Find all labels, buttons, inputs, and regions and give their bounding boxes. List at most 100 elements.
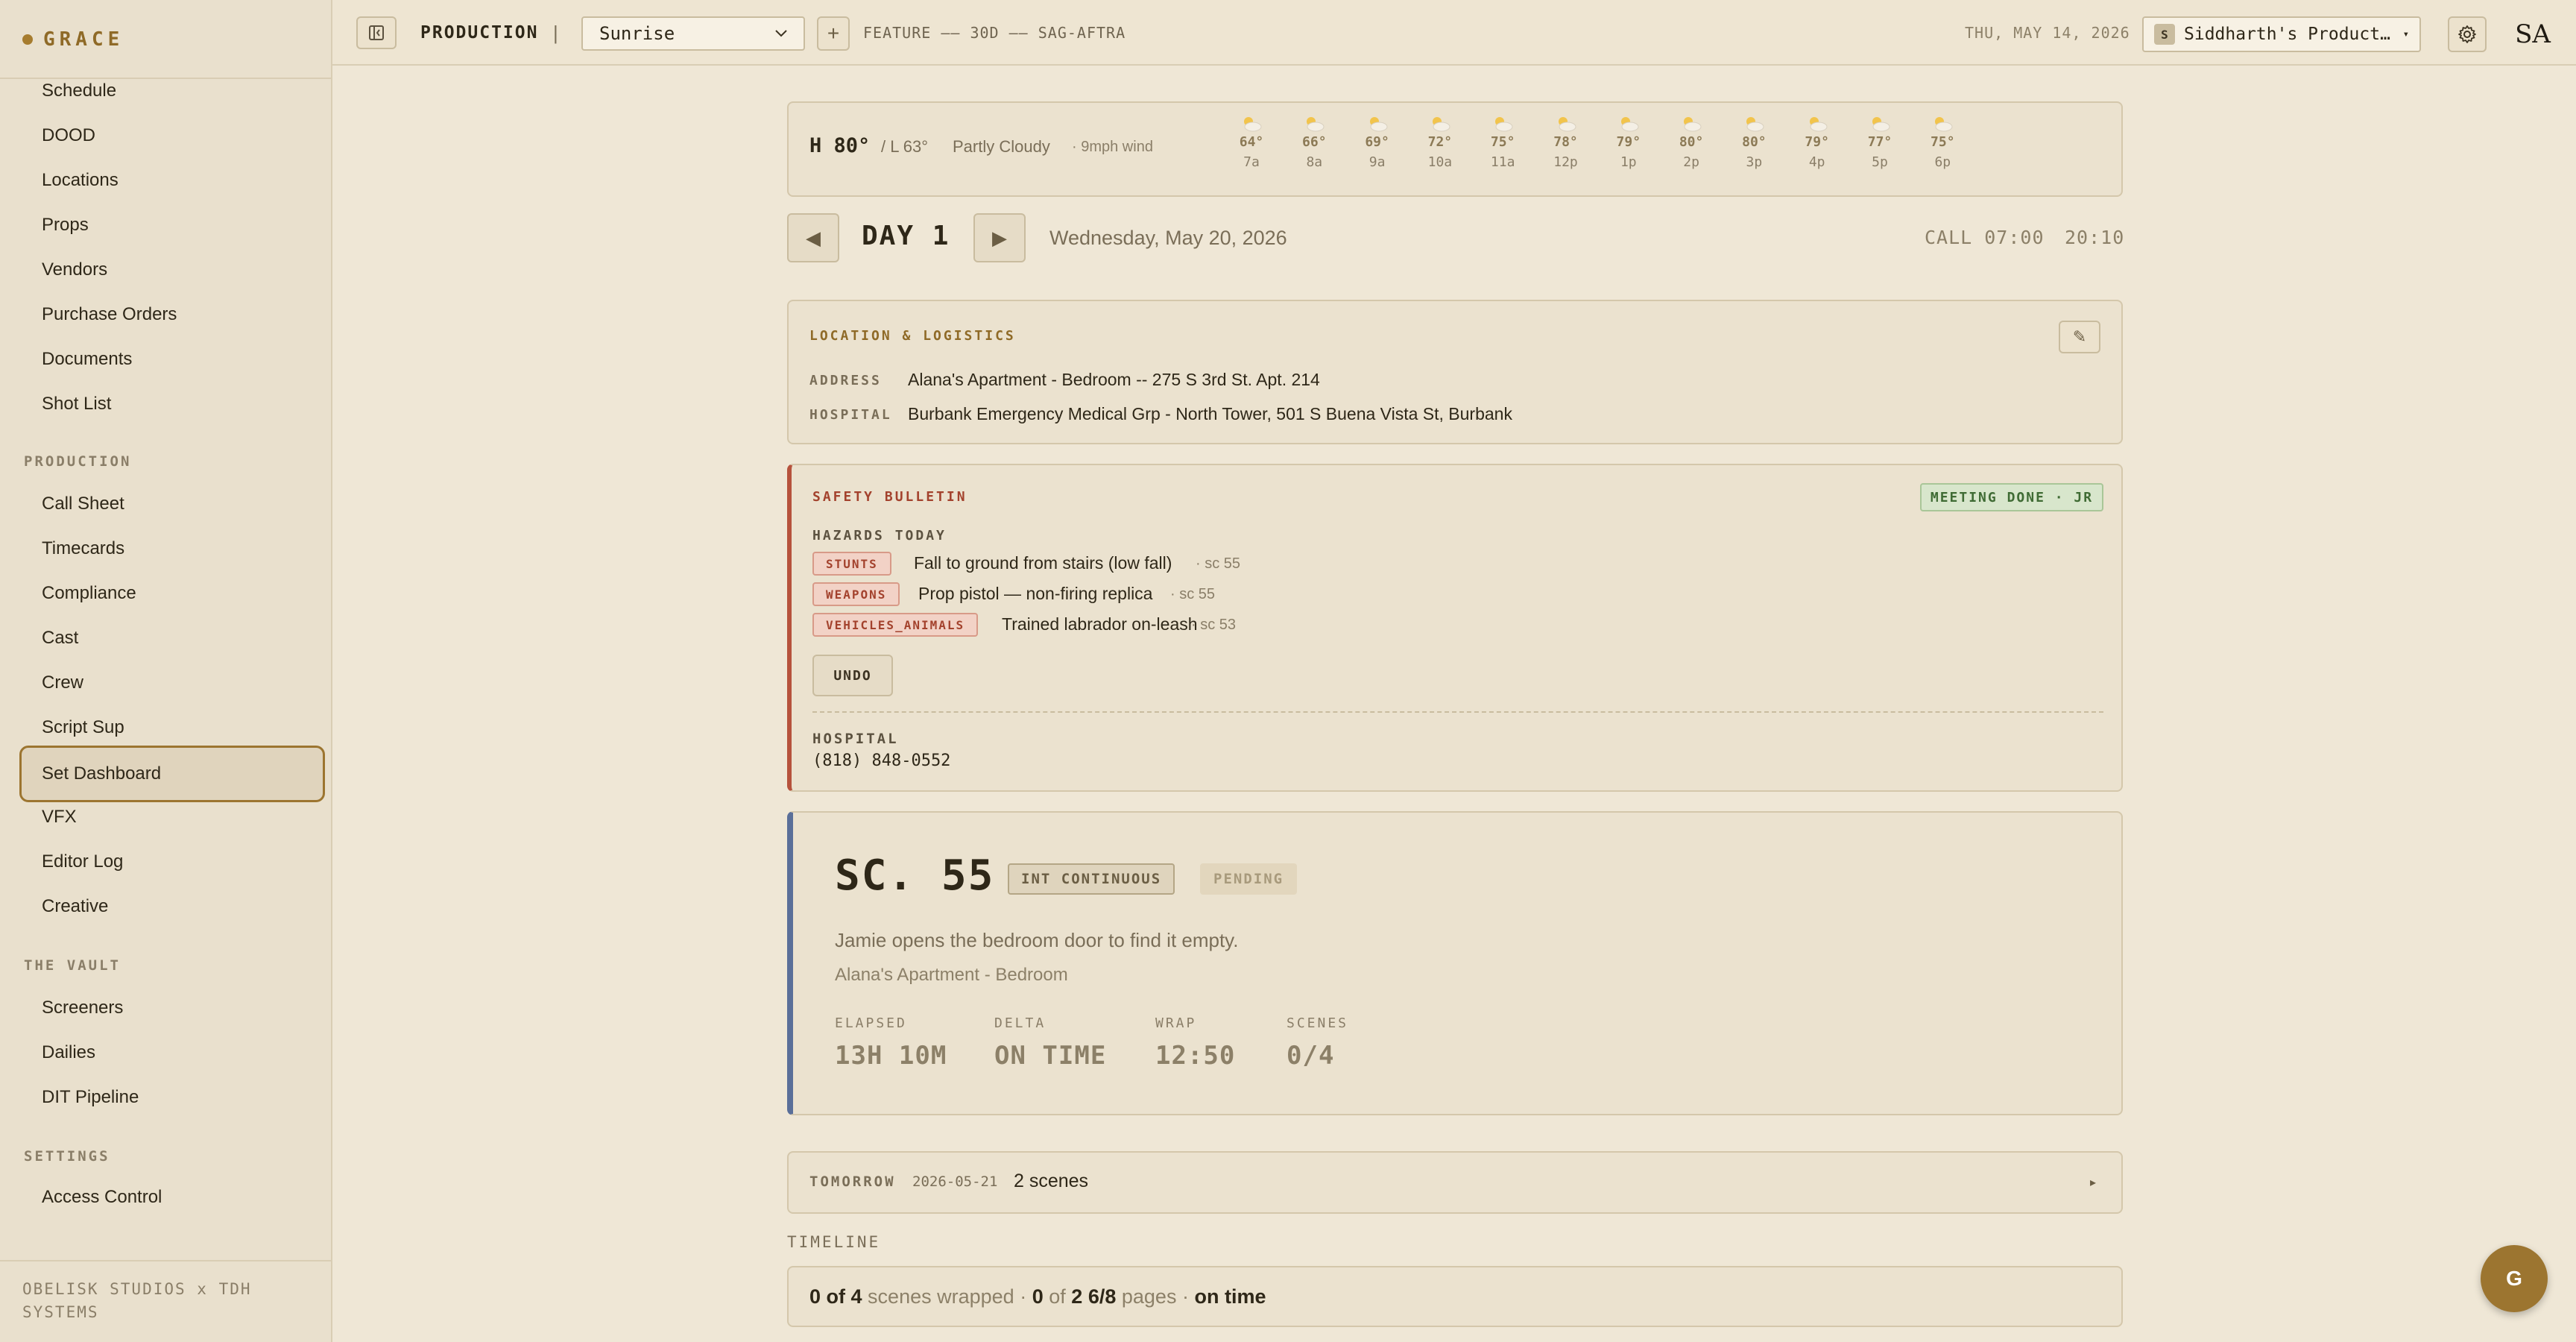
divider — [812, 711, 2103, 713]
sidebar-item-access-control[interactable]: Access Control — [19, 1176, 325, 1218]
hazard-scene: · sc 53 — [1191, 617, 1237, 633]
scene-description: Jamie opens the bedroom door to find it … — [835, 929, 1239, 951]
nav-header-settings: SETTINGS — [24, 1148, 110, 1165]
pages-total: 2 6/8 — [1071, 1285, 1117, 1308]
hour-temp: 69° — [1365, 134, 1389, 150]
hour-temp: 79° — [1805, 134, 1829, 150]
sidebar-item-vfx[interactable]: VFX — [19, 796, 325, 838]
sidebar-item-cast[interactable]: Cast — [19, 617, 325, 659]
sidebar-item-crew[interactable]: Crew — [19, 662, 325, 704]
sidebar-item-call-sheet[interactable]: Call Sheet — [19, 483, 325, 525]
production-select[interactable]: Sunrise — [581, 16, 805, 51]
hazard-tag: WEAPONS — [812, 582, 900, 606]
wrap-time: 20:10 — [2065, 227, 2125, 248]
prev-day-button[interactable]: ◀ — [787, 213, 839, 262]
hour-time: 10a — [1427, 154, 1453, 170]
sidebar-item-creative[interactable]: Creative — [19, 886, 325, 927]
partly-cloudy-icon — [1809, 117, 1828, 132]
production-meta: FEATURE —— 30D —— SAG-AFTRA — [863, 24, 1126, 42]
hazard-scene: · sc 55 — [1196, 555, 1241, 572]
org-switcher[interactable]: S Siddharth's Production Co. ▾ — [2142, 16, 2421, 52]
stat-value: 0/4 — [1287, 1041, 1335, 1071]
timeline-summary: 0 of 4 scenes wrapped · 0 of 2 6/8 pages… — [809, 1285, 1266, 1308]
address-value: Alana's Apartment - Bedroom -- 275 S 3rd… — [908, 370, 1320, 389]
sidebar-footer: OBELISK STUDIOS x TDH SYSTEMS — [22, 1280, 252, 1321]
partly-cloudy-icon — [1495, 117, 1513, 132]
current-scene-card: SC. 55 INT CONTINUOUS PENDING Jamie open… — [787, 811, 2123, 1115]
separator: · — [1181, 1285, 1189, 1308]
partly-cloudy-icon — [1307, 117, 1325, 132]
edit-location-button[interactable]: ✎ — [2059, 321, 2100, 353]
sidebar-item-editor-log[interactable]: Editor Log — [19, 841, 325, 883]
tomorrow-date: 2026-05-21 — [912, 1174, 998, 1190]
sidebar-item-shot-list[interactable]: Shot List — [19, 383, 325, 425]
scene-int-ext-badge: INT CONTINUOUS — [1008, 863, 1175, 895]
hospital-phone[interactable]: (818) 848-0552 — [812, 752, 950, 770]
sidebar-item-screeners[interactable]: Screeners — [19, 987, 325, 1029]
hazard-tag: STUNTS — [812, 552, 891, 576]
stat-label: ELAPSED — [835, 1015, 907, 1031]
hazard-scene: · sc 55 — [1170, 586, 1216, 602]
sidebar-collapse-icon — [369, 25, 384, 40]
weather-high: H 80° — [809, 134, 871, 157]
scene-location: Alana's Apartment - Bedroom — [835, 965, 1068, 985]
tomorrow-row[interactable]: TOMORROW 2026-05-21 2 scenes ▸ — [787, 1151, 2123, 1214]
of-word: of — [1049, 1285, 1066, 1308]
sidebar-item-set-dashboard[interactable]: Set Dashboard — [19, 746, 325, 802]
hazard-description: Prop pistol — non-firing replica — [918, 584, 1153, 603]
sidebar-item-documents[interactable]: Documents — [19, 338, 325, 380]
collapse-sidebar-button[interactable] — [356, 16, 397, 49]
hour-forecast: 69° 9a — [1351, 115, 1404, 170]
next-day-button[interactable]: ▶ — [973, 213, 1026, 262]
partly-cloudy-icon — [1746, 117, 1764, 132]
weather-low: / L 63° — [881, 137, 929, 156]
weather-condition: Partly Cloudy — [953, 137, 1050, 156]
scenes-word: scenes wrapped — [868, 1285, 1014, 1308]
sidebar-item-dood[interactable]: DOOD — [19, 115, 325, 157]
divider — [0, 1260, 332, 1261]
pages-word: pages — [1121, 1285, 1177, 1308]
sidebar-item-dit-pipeline[interactable]: DIT Pipeline — [19, 1077, 325, 1118]
undo-button[interactable]: UNDO — [812, 655, 893, 696]
pages-done: 0 — [1032, 1285, 1044, 1308]
hour-temp: 75° — [1931, 134, 1955, 150]
hospital-label: HOSPITAL — [809, 407, 892, 423]
caret-down-icon: ▾ — [2402, 28, 2409, 40]
hour-time: 9a — [1368, 154, 1386, 170]
hour-temp: 66° — [1302, 134, 1327, 150]
sidebar-item-locations[interactable]: Locations — [19, 160, 325, 201]
partly-cloudy-icon — [1244, 117, 1262, 132]
sidebar-item-script-sup[interactable]: Script Sup — [19, 707, 325, 749]
org-name: Siddharth's Production Co. — [2184, 25, 2394, 44]
hour-time: 6p — [1934, 154, 1951, 170]
sidebar: GRACE Schedule DOOD Locations Props Vend… — [0, 0, 332, 1342]
hazards-header: HAZARDS TODAY — [812, 528, 947, 544]
hour-time: 3p — [1746, 154, 1763, 170]
day-date: Wednesday, May 20, 2026 — [1049, 227, 1287, 249]
scene-title: SC. 55 — [835, 851, 995, 900]
hospital-value: Burbank Emergency Medical Grp - North To… — [908, 404, 1512, 423]
add-production-button[interactable]: + — [817, 16, 850, 51]
hour-temp: 72° — [1427, 134, 1453, 150]
sidebar-item-timecards[interactable]: Timecards — [19, 528, 325, 570]
settings-button[interactable] — [2448, 16, 2487, 52]
sidebar-item-props[interactable]: Props — [19, 204, 325, 246]
brand-logo[interactable]: GRACE — [22, 27, 124, 52]
partly-cloudy-icon — [1935, 117, 1953, 132]
hour-temp: 64° — [1239, 134, 1264, 150]
separator: · — [1020, 1285, 1027, 1308]
weather-strip: H 80° / L 63° Partly Cloudy · 9mph wind … — [787, 101, 2123, 197]
hazard-description: Trained labrador on-leash — [1002, 614, 1198, 634]
section-title: LOCATION & LOGISTICS — [809, 328, 1016, 344]
sidebar-item-compliance[interactable]: Compliance — [19, 573, 325, 614]
hour-forecast: 77° 5p — [1854, 115, 1906, 170]
sidebar-item-purchase-orders[interactable]: Purchase Orders — [19, 294, 325, 336]
partly-cloudy-icon — [1369, 117, 1388, 132]
sidebar-item-vendors[interactable]: Vendors — [19, 249, 325, 291]
user-avatar[interactable]: SA — [2512, 13, 2554, 55]
hour-forecast: 80° 3p — [1728, 115, 1780, 170]
assistant-fab-button[interactable]: G — [2481, 1245, 2548, 1312]
sidebar-item-dailies[interactable]: Dailies — [19, 1032, 325, 1074]
org-badge: S — [2154, 24, 2175, 45]
sidebar-item-schedule[interactable]: Schedule — [19, 70, 325, 112]
